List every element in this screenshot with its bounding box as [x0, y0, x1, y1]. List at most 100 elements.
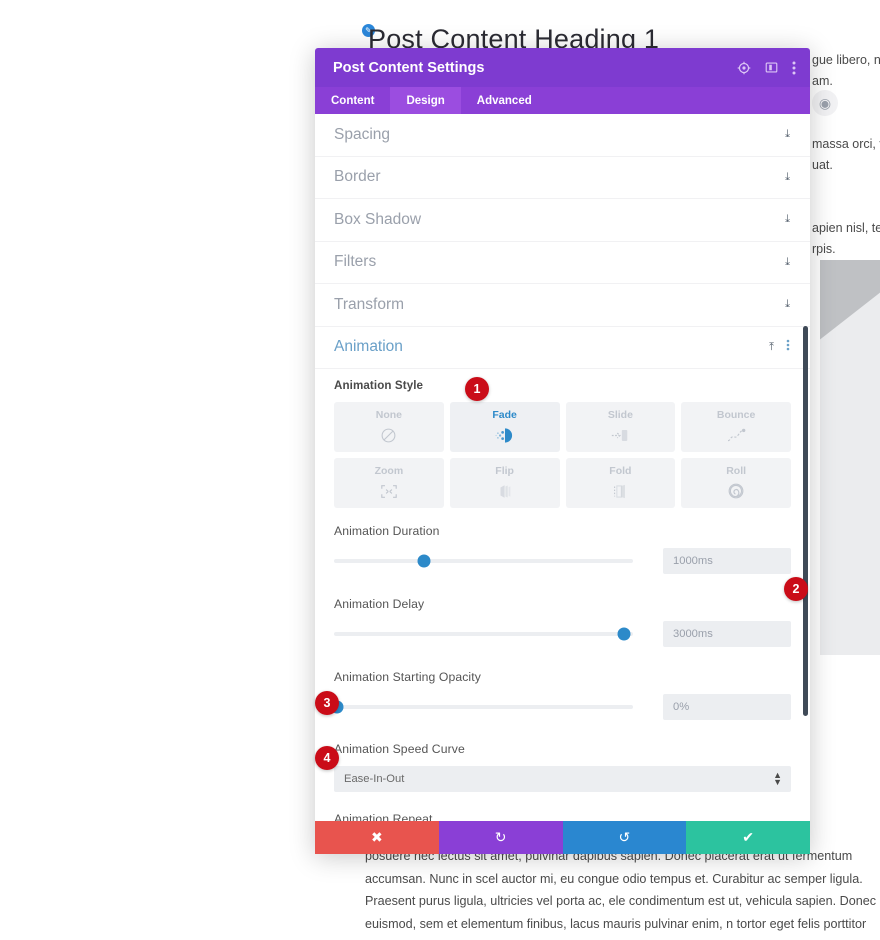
- bg-text-line: rpis.: [812, 242, 836, 256]
- animation-duration-field: Animation Duration 1000ms: [334, 524, 791, 574]
- style-label: Slide: [607, 409, 633, 421]
- animation-speed-curve-select[interactable]: Ease-In-Out ▲ ▼: [334, 766, 791, 792]
- callout-badge-2: 2: [784, 577, 808, 601]
- more-vertical-icon[interactable]: [792, 61, 796, 75]
- animation-style-flip[interactable]: Flip: [449, 458, 560, 508]
- callout-badge-1: 1: [465, 377, 489, 401]
- animation-delay-value[interactable]: 3000ms: [663, 621, 791, 647]
- section-box-shadow[interactable]: Box Shadow ⤓: [315, 199, 810, 242]
- zoom-icon: [380, 481, 398, 501]
- chevron-down-icon: ⤓: [785, 170, 790, 183]
- animation-style-zoom[interactable]: Zoom: [334, 458, 444, 508]
- flip-icon: [496, 481, 514, 501]
- close-icon: ✖: [371, 829, 383, 845]
- chevron-down-icon: ⤓: [785, 128, 790, 141]
- redo-button[interactable]: ↺: [562, 821, 687, 854]
- fade-icon: [495, 425, 515, 445]
- background-image-placeholder: [820, 260, 880, 655]
- undo-button[interactable]: ↻: [438, 821, 563, 854]
- animation-repeat-field: Animation Repeat Once ▲▼: [334, 812, 791, 821]
- style-label: Fade: [492, 409, 517, 421]
- style-label: Zoom: [374, 465, 404, 477]
- bg-text-line: massa orci, vit: [812, 137, 880, 151]
- prohibit-icon: [380, 425, 397, 445]
- animation-duration-slider[interactable]: [334, 554, 633, 568]
- bg-text-line: gue libero, ne: [812, 53, 880, 67]
- animation-style-grid: None Fade Slide Bounce Zoom Flip Fold Ro…: [334, 402, 791, 508]
- bounce-icon: [726, 425, 747, 445]
- animation-style-none[interactable]: None: [334, 402, 444, 452]
- animation-starting-opacity-label: Animation Starting Opacity: [334, 670, 481, 684]
- section-border[interactable]: Border ⤓: [315, 157, 810, 199]
- background-paragraph: posuere nec lectus sit amet, pulvinar da…: [365, 849, 877, 940]
- slide-icon: [610, 425, 630, 445]
- page-root: ✎ Post Content Heading 1 gue libero, ne …: [0, 0, 880, 940]
- style-label: Roll: [726, 465, 747, 477]
- animation-style-bounce[interactable]: Bounce: [681, 402, 791, 452]
- section-label: Filters: [334, 253, 377, 271]
- animation-starting-opacity-slider[interactable]: [330, 700, 633, 714]
- section-transform[interactable]: Transform ⤓: [315, 284, 810, 327]
- animation-style-fold[interactable]: Fold: [565, 458, 676, 508]
- modal-title: Post Content Settings: [333, 59, 485, 76]
- modal-tabbar: Content Design Advanced: [315, 87, 810, 114]
- animation-speed-curve-field: Animation Speed Curve Ease-In-Out ▲ ▼: [334, 742, 791, 792]
- more-vertical-icon[interactable]: [786, 338, 790, 356]
- section-label: Box Shadow: [334, 210, 422, 228]
- animation-settings: Animation Style None Fade Slide Bounce Z…: [315, 369, 810, 821]
- animation-style-fade[interactable]: Fade: [449, 402, 560, 452]
- animation-starting-opacity-field: Animation Starting Opacity 0%: [330, 670, 791, 720]
- target-icon[interactable]: [737, 61, 751, 75]
- tab-content[interactable]: Content: [315, 87, 390, 114]
- animation-starting-opacity-value[interactable]: 0%: [663, 694, 791, 720]
- callout-badge-4: 4: [315, 746, 339, 770]
- animation-duration-value[interactable]: 1000ms: [663, 548, 791, 574]
- animation-duration-label: Animation Duration: [334, 524, 440, 538]
- chevron-down-icon: ⤓: [785, 213, 790, 226]
- save-button[interactable]: ✔: [686, 821, 810, 854]
- section-animation[interactable]: Animation ⤒: [315, 327, 810, 369]
- animation-style-roll[interactable]: Roll: [681, 458, 791, 508]
- chevron-updown-icon: ▲ ▼: [773, 770, 782, 787]
- bg-text-line: am.: [812, 74, 833, 88]
- style-label: Bounce: [716, 409, 756, 421]
- bg-text-line: uat.: [812, 158, 833, 172]
- chevron-up-icon[interactable]: ⤒: [769, 341, 774, 354]
- chevron-down-icon: ⤓: [785, 255, 790, 268]
- undo-icon: ↻: [494, 829, 507, 845]
- animation-speed-curve-label: Animation Speed Curve: [334, 742, 465, 756]
- slider-knob[interactable]: [617, 627, 631, 641]
- section-filters[interactable]: Filters ⤓: [315, 242, 810, 284]
- animation-repeat-label: Animation Repeat: [334, 812, 433, 821]
- fold-icon: [611, 481, 629, 501]
- image-diagonal-shape: [820, 260, 880, 351]
- checkmark-icon: ✔: [742, 829, 754, 845]
- chevron-down-icon: ⤓: [785, 298, 790, 311]
- modal-header-icons: [737, 61, 796, 75]
- discard-button[interactable]: ✖: [315, 821, 439, 854]
- modal-footer: ✖ ↻ ↺ ✔: [315, 821, 810, 854]
- tab-advanced[interactable]: Advanced: [461, 87, 548, 114]
- animation-delay-label: Animation Delay: [334, 597, 425, 611]
- section-label: Border: [334, 168, 381, 186]
- style-label: Flip: [495, 465, 514, 477]
- style-label: Fold: [609, 465, 632, 477]
- modal-body: Spacing ⤓ Border ⤓ Box Shadow ⤓ Filters …: [315, 114, 810, 821]
- redo-icon: ↺: [618, 829, 631, 845]
- animation-delay-slider[interactable]: [334, 627, 633, 641]
- tab-design[interactable]: Design: [390, 87, 461, 114]
- post-content-settings-modal: Post Content Settings Content Design Adv…: [315, 48, 810, 854]
- animation-delay-field: Animation Delay 3000ms: [334, 597, 791, 647]
- bg-text-line: apien nisl, ten: [812, 221, 880, 235]
- select-value: Ease-In-Out: [344, 773, 405, 785]
- modal-header: Post Content Settings: [315, 48, 810, 87]
- style-label: None: [375, 409, 402, 421]
- layout-panel-icon[interactable]: [765, 61, 778, 74]
- modal-scrollbar[interactable]: [803, 326, 808, 716]
- animation-style-label: Animation Style: [334, 379, 424, 392]
- section-label: Spacing: [334, 125, 391, 143]
- animation-style-slide[interactable]: Slide: [565, 402, 676, 452]
- slider-knob[interactable]: [417, 554, 431, 568]
- roll-icon: [727, 481, 745, 501]
- section-spacing[interactable]: Spacing ⤓: [315, 114, 810, 157]
